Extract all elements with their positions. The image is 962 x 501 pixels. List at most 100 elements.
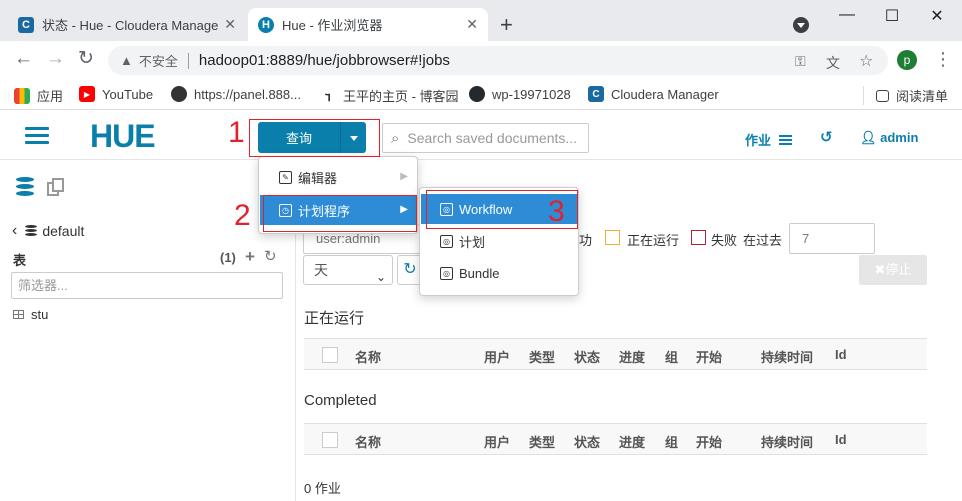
user-icon: 👤︎: [860, 130, 877, 145]
jobs-button[interactable]: 作业: [745, 130, 793, 149]
database-breadcrumb[interactable]: ‹ default: [12, 222, 84, 240]
past-label: 在过去: [743, 233, 783, 248]
annotation-number-2: 2: [234, 199, 251, 232]
url-text: hadoop01:8889/hue/jobbrowser#!jobs: [198, 52, 450, 69]
column-header[interactable]: 持续时间: [761, 347, 813, 366]
address-bar[interactable]: ▲ 不安全 hadoop01:8889/hue/jobbrowser#!jobs: [108, 46, 888, 75]
database-name: default: [42, 223, 85, 239]
column-header[interactable]: 名称: [355, 432, 381, 451]
menu-kebab-icon[interactable]: ⋮: [934, 49, 952, 70]
key-icon[interactable]: ⚿: [795, 53, 806, 70]
column-header[interactable]: 持续时间: [761, 432, 813, 451]
tab-title: Hue - 作业浏览器: [282, 18, 383, 33]
column-header[interactable]: Id: [835, 347, 847, 362]
history-icon[interactable]: ↺: [820, 128, 833, 146]
column-header[interactable]: 类型: [529, 347, 555, 366]
select-all-checkbox[interactable]: [322, 432, 338, 448]
column-header[interactable]: 组: [665, 347, 678, 366]
database-icon[interactable]: [16, 177, 34, 197]
browser-tab-hue[interactable]: H Hue - 作业浏览器 ✕: [248, 8, 488, 41]
table-icon: [13, 310, 24, 319]
back-icon[interactable]: ←: [14, 49, 33, 69]
bookmark-youtube[interactable]: ▶ YouTube: [79, 86, 153, 102]
documents-icon[interactable]: [47, 178, 65, 196]
column-header[interactable]: 进度: [619, 347, 645, 366]
translate-icon[interactable]: 文: [826, 53, 840, 73]
running-filter-checkbox[interactable]: [605, 230, 620, 245]
add-table-icon[interactable]: +: [245, 247, 255, 267]
column-header[interactable]: 开始: [696, 432, 722, 451]
schedule-icon: ◎: [440, 234, 453, 248]
select-all-checkbox[interactable]: [322, 347, 338, 363]
table-filter-input[interactable]: 筛选器...: [11, 272, 283, 299]
running-filter-label: 正在运行: [627, 233, 680, 248]
time-unit-select[interactable]: 天 ⌄: [303, 255, 393, 285]
cloudera-icon: C: [588, 86, 604, 102]
hue-icon: H: [258, 16, 274, 33]
succeeded-filter-label: 功: [579, 233, 593, 248]
job-count: 0 作业: [304, 481, 341, 496]
hue-logo[interactable]: HUE: [90, 120, 156, 152]
bookmark-cloudera[interactable]: C Cloudera Manager: [588, 86, 719, 102]
close-tab-icon[interactable]: ✕: [224, 16, 236, 33]
star-icon[interactable]: ☆: [859, 51, 873, 71]
column-header[interactable]: 状态: [574, 432, 600, 451]
insecure-label: 不安全: [138, 54, 178, 69]
stop-button[interactable]: ✖停止: [859, 255, 927, 285]
search-input[interactable]: ⌕ Search saved documents...: [382, 123, 589, 153]
editor-icon: ✎: [279, 170, 292, 184]
column-header[interactable]: 用户: [484, 347, 510, 366]
column-header[interactable]: 开始: [696, 347, 722, 366]
left-assist-panel: ‹ default 表 (1) + ↻ 筛选器... stu: [0, 161, 296, 501]
completed-jobs-table-header: 名称 用户 类型 状态 进度 组 开始 持续时间 Id: [304, 423, 927, 455]
submenu-item-bundle[interactable]: ◎ Bundle: [421, 258, 577, 288]
globe-icon: [171, 86, 187, 102]
bookmarks-bar: 应用 ▶ YouTube https://panel.888... ꭋ 王平的主…: [0, 79, 962, 110]
failed-filter-checkbox[interactable]: [691, 230, 706, 245]
warning-icon: ▲: [120, 53, 133, 68]
column-header[interactable]: 进度: [619, 432, 645, 451]
reading-list[interactable]: 阅读清单: [863, 86, 948, 105]
list-icon: [779, 134, 793, 145]
chevron-right-icon: ▶: [400, 171, 408, 182]
submenu-item-schedule[interactable]: ◎ 计划: [421, 226, 577, 256]
user-menu[interactable]: 👤︎ admin: [860, 130, 918, 146]
bookmark-panel[interactable]: https://panel.888...: [171, 86, 301, 102]
column-header[interactable]: 组: [665, 432, 678, 451]
forward-icon[interactable]: →: [46, 49, 65, 69]
bookmark-cnblogs[interactable]: ꭋ 王平的主页 - 博客园: [320, 86, 458, 105]
tab-search-icon[interactable]: [793, 17, 809, 33]
column-header[interactable]: 状态: [574, 347, 600, 366]
browser-tab-cloudera[interactable]: C 状态 - Hue - Cloudera Manage ✕: [8, 8, 246, 41]
reading-list-icon: [876, 89, 889, 102]
close-tab-icon[interactable]: ✕: [466, 16, 478, 33]
table-count: (1): [220, 250, 236, 265]
bookmark-apps[interactable]: 应用: [14, 86, 63, 105]
hamburger-menu-icon[interactable]: [25, 127, 49, 145]
table-list-item[interactable]: stu: [13, 307, 48, 322]
browser-toolbar: ← → ↻ ▲ 不安全 hadoop01:8889/hue/jobbrowser…: [0, 41, 962, 79]
column-header[interactable]: 类型: [529, 432, 555, 451]
column-header[interactable]: 用户: [484, 432, 510, 451]
close-icon: ✖: [874, 262, 886, 277]
database-icon: [25, 224, 38, 238]
completed-section-title: Completed: [304, 392, 377, 409]
past-days-input[interactable]: 7: [789, 223, 875, 254]
apps-grid-icon: [14, 87, 30, 104]
profile-avatar[interactable]: p: [897, 50, 917, 70]
search-icon: ⌕: [391, 129, 400, 147]
bundle-icon: ◎: [440, 266, 453, 280]
column-header[interactable]: Id: [835, 432, 847, 447]
minimize-icon[interactable]: —: [832, 6, 862, 24]
column-header[interactable]: 名称: [355, 347, 381, 366]
refresh-icon[interactable]: ↻: [264, 247, 277, 265]
bookmark-github[interactable]: wp-19971028: [469, 86, 571, 102]
maximize-icon[interactable]: ☐: [877, 6, 907, 26]
reload-icon[interactable]: ↻: [78, 49, 94, 69]
close-window-icon[interactable]: ✕: [922, 6, 952, 26]
menu-item-editor[interactable]: ✎ 编辑器 ▶: [260, 162, 416, 192]
chevron-left-icon[interactable]: ‹: [12, 222, 17, 240]
new-tab-icon[interactable]: +: [500, 14, 513, 36]
cnblogs-icon: ꭋ: [325, 88, 331, 104]
hue-top-nav: HUE 查询 ⌕ Search saved documents... 作业 ↺ …: [0, 111, 962, 160]
